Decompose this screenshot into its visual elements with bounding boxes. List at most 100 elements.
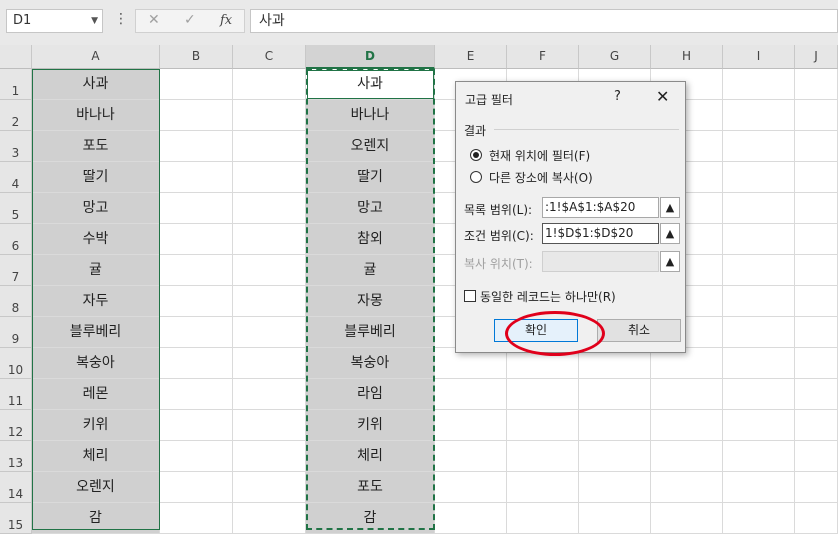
grid-cell[interactable] <box>723 224 795 255</box>
grid-cell[interactable]: 자몽 <box>306 286 435 317</box>
grid-cell[interactable] <box>233 472 306 503</box>
grid-cell[interactable] <box>795 410 838 441</box>
collapse-dialog-icon[interactable]: ▲ <box>660 223 680 244</box>
grid-cell[interactable] <box>507 503 579 534</box>
grid-cell[interactable] <box>160 286 233 317</box>
grid-cell[interactable] <box>795 224 838 255</box>
grid-cell[interactable] <box>160 69 233 100</box>
grid-cell[interactable]: 포도 <box>306 472 435 503</box>
grid-cell[interactable] <box>795 193 838 224</box>
grid-cell[interactable] <box>233 69 306 100</box>
grid-cell[interactable] <box>233 255 306 286</box>
grid-cell[interactable] <box>435 379 507 410</box>
row-header[interactable]: 9 <box>0 317 32 348</box>
grid-cell[interactable] <box>651 379 723 410</box>
grid-cell[interactable] <box>795 69 838 100</box>
row-header[interactable]: 1 <box>0 69 32 100</box>
unique-records-label[interactable]: 동일한 레코드는 하나만(R) <box>480 288 616 305</box>
grid-cell[interactable]: 블루베리 <box>306 317 435 348</box>
row-header[interactable]: 13 <box>0 441 32 472</box>
grid-cell[interactable] <box>723 379 795 410</box>
grid-cell[interactable] <box>233 317 306 348</box>
grid-cell[interactable] <box>233 100 306 131</box>
row-header[interactable]: 15 <box>0 503 32 534</box>
grid-cell[interactable] <box>795 100 838 131</box>
grid-cell[interactable]: 블루베리 <box>32 317 160 348</box>
grid-cell[interactable] <box>507 379 579 410</box>
grid-cell[interactable] <box>233 193 306 224</box>
column-header-j[interactable]: J <box>795 45 838 69</box>
grid-cell[interactable]: 귤 <box>32 255 160 286</box>
grid-cell[interactable]: 망고 <box>32 193 160 224</box>
grid-cell[interactable] <box>435 410 507 441</box>
grid-cell[interactable]: 수박 <box>32 224 160 255</box>
grid-cell[interactable] <box>651 503 723 534</box>
row-header[interactable]: 6 <box>0 224 32 255</box>
grid-cell[interactable] <box>435 441 507 472</box>
grid-cell[interactable]: 감 <box>306 503 435 534</box>
grid-cell[interactable] <box>723 410 795 441</box>
grid-cell[interactable] <box>233 410 306 441</box>
grid-cell[interactable] <box>651 441 723 472</box>
grid-cell[interactable] <box>795 472 838 503</box>
grid-cell[interactable] <box>233 348 306 379</box>
grid-cell[interactable] <box>723 162 795 193</box>
row-header[interactable]: 3 <box>0 131 32 162</box>
column-header-i[interactable]: I <box>723 45 795 69</box>
grid-cell[interactable]: 체리 <box>32 441 160 472</box>
grid-cell[interactable] <box>160 317 233 348</box>
grid-cell[interactable] <box>160 379 233 410</box>
cancel-entry-icon[interactable]: ✕ <box>148 12 160 28</box>
grid-cell[interactable] <box>507 472 579 503</box>
grid-cell[interactable] <box>160 193 233 224</box>
grid-cell[interactable] <box>723 348 795 379</box>
grid-cell[interactable] <box>160 441 233 472</box>
radio-copy-to[interactable] <box>470 171 482 183</box>
grid-cell[interactable] <box>435 472 507 503</box>
grid-cell[interactable]: 레몬 <box>32 379 160 410</box>
grid-cell[interactable] <box>795 503 838 534</box>
radio-copy-to-label[interactable]: 다른 장소에 복사(O) <box>489 169 593 186</box>
grid-cell[interactable] <box>233 131 306 162</box>
grid-cell[interactable] <box>723 472 795 503</box>
list-range-input[interactable]: :1!$A$1:$A$20 <box>542 197 659 218</box>
grid-cell[interactable] <box>160 472 233 503</box>
grid-cell[interactable] <box>507 410 579 441</box>
grid-cell[interactable] <box>233 379 306 410</box>
insert-function-icon[interactable]: fx <box>220 13 232 28</box>
ok-button[interactable]: 확인 <box>494 319 578 342</box>
row-header[interactable]: 8 <box>0 286 32 317</box>
row-header[interactable]: 14 <box>0 472 32 503</box>
grid-cell[interactable] <box>795 255 838 286</box>
grid-cell[interactable] <box>579 441 651 472</box>
grid-cell[interactable]: 복숭아 <box>306 348 435 379</box>
grid-cell[interactable] <box>233 286 306 317</box>
grid-cell[interactable] <box>579 410 651 441</box>
grid-cell[interactable] <box>160 410 233 441</box>
grid-cell[interactable] <box>160 162 233 193</box>
collapse-dialog-icon[interactable]: ▲ <box>660 197 680 218</box>
grid-cell[interactable]: 망고 <box>306 193 435 224</box>
grid-cell[interactable] <box>160 503 233 534</box>
row-header[interactable]: 12 <box>0 410 32 441</box>
grid-cell[interactable] <box>723 131 795 162</box>
row-header[interactable]: 10 <box>0 348 32 379</box>
row-header[interactable]: 7 <box>0 255 32 286</box>
grid-cell[interactable] <box>160 100 233 131</box>
grid-cell[interactable]: 키위 <box>306 410 435 441</box>
formula-input[interactable]: 사과 <box>250 9 838 33</box>
grid-cell[interactable] <box>723 100 795 131</box>
grid-cell[interactable] <box>723 69 795 100</box>
grid-cell[interactable] <box>795 348 838 379</box>
grid-cell[interactable] <box>160 224 233 255</box>
grid-cell[interactable]: 오렌지 <box>306 131 435 162</box>
grid-cell[interactable]: 사과 <box>32 69 160 100</box>
grid-cell[interactable] <box>233 224 306 255</box>
help-icon[interactable]: ? <box>614 89 621 104</box>
grid-cell[interactable] <box>795 317 838 348</box>
radio-filter-inplace[interactable] <box>470 149 482 161</box>
grid-cell[interactable] <box>723 503 795 534</box>
name-box[interactable]: D1 ▼ <box>6 9 103 33</box>
grid-cell[interactable] <box>723 255 795 286</box>
grid-cell[interactable]: 포도 <box>32 131 160 162</box>
